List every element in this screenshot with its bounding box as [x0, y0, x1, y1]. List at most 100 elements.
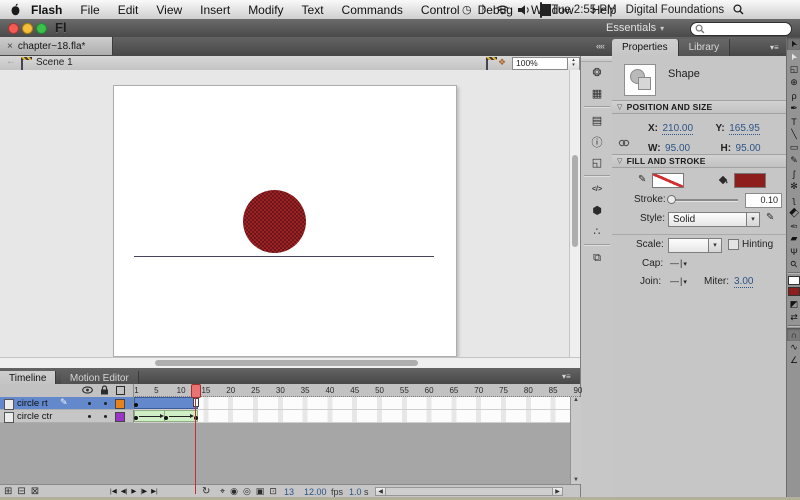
- smooth-button[interactable]: ∿: [787, 341, 800, 354]
- snap-to-objects-button[interactable]: ∩: [787, 328, 800, 341]
- default-colors-button[interactable]: ◩: [787, 298, 800, 311]
- menu-item-flash[interactable]: Flash: [31, 3, 62, 17]
- play-button[interactable]: ▶: [131, 487, 136, 495]
- timeline-empty-area[interactable]: [0, 423, 580, 485]
- stage-zoom-stepper[interactable]: ▴▾: [567, 57, 580, 71]
- menu-item-edit[interactable]: Edit: [118, 3, 139, 17]
- y-value[interactable]: 165.95: [729, 123, 760, 135]
- go-to-last-frame-button[interactable]: ▶|: [151, 487, 158, 495]
- menu-bar-clock[interactable]: Tue 2:55 PM: [551, 4, 616, 16]
- miter-value[interactable]: 3.00: [734, 276, 753, 288]
- edit-symbols-button[interactable]: ❖: [498, 57, 506, 68]
- lock-all-layers-icon[interactable]: [100, 385, 109, 395]
- pasteboard[interactable]: [0, 70, 580, 357]
- stroke-weight-slider[interactable]: [670, 199, 738, 202]
- stroke-scale-dropdown[interactable]: ▾: [668, 238, 722, 253]
- stroke-color-swatch[interactable]: [652, 173, 684, 188]
- window-minimize-button[interactable]: [22, 23, 33, 34]
- cap-style-button[interactable]: —|▾: [670, 258, 688, 268]
- fill-color-well[interactable]: [788, 287, 800, 296]
- center-frame-button[interactable]: ⌖: [220, 486, 225, 497]
- timeline-panel-menu-icon[interactable]: ▾≡: [562, 372, 571, 381]
- layer-frames-circle-ctr[interactable]: [133, 410, 580, 423]
- loop-button[interactable]: ↻: [202, 486, 210, 497]
- onion-skin-button[interactable]: ◉: [230, 486, 238, 497]
- stage-zoom-input[interactable]: 100%: [512, 57, 569, 70]
- pen-tool[interactable]: ✒: [787, 102, 800, 115]
- lasso-tool[interactable]: ρ: [787, 89, 800, 102]
- menu-item-control[interactable]: Control: [421, 3, 460, 17]
- show-hide-all-layers-icon[interactable]: [82, 386, 93, 394]
- paint-bucket-tool[interactable]: ◧: [787, 206, 800, 219]
- workspace-switcher-button[interactable]: Essentials ▾: [606, 21, 664, 35]
- scroll-right-arrow[interactable]: ▶: [552, 487, 563, 496]
- step-back-button[interactable]: ◀|: [121, 487, 128, 495]
- bluetooth-icon[interactable]: ᛒ: [481, 4, 488, 16]
- window-zoom-button[interactable]: [36, 23, 47, 34]
- pencil-tool[interactable]: ✎: [787, 154, 800, 167]
- playhead[interactable]: [191, 384, 201, 398]
- code-snippets-panel-icon[interactable]: </>: [581, 179, 613, 200]
- close-icon[interactable]: ×: [7, 41, 13, 52]
- menu-item-view[interactable]: View: [156, 3, 182, 17]
- menu-item-text[interactable]: Text: [302, 3, 324, 17]
- line-shape[interactable]: [134, 256, 434, 257]
- playhead-line[interactable]: [195, 384, 196, 494]
- brush-tool[interactable]: ʃ: [787, 167, 800, 180]
- menu-item-commands[interactable]: Commands: [342, 3, 403, 17]
- workspace-search-input[interactable]: [690, 22, 792, 36]
- new-layer-button[interactable]: ⊞: [4, 486, 12, 497]
- hinting-checkbox[interactable]: [728, 239, 739, 250]
- scrollbar-thumb[interactable]: [572, 155, 578, 247]
- scroll-left-arrow[interactable]: ◀: [375, 487, 386, 496]
- eraser-tool[interactable]: ▰: [787, 232, 800, 245]
- bone-tool[interactable]: ʅ: [787, 193, 800, 206]
- subselection-tool[interactable]: ➤: [787, 50, 800, 63]
- layer-row-circle-ctr[interactable]: circle ctr: [0, 410, 133, 423]
- modify-markers-button[interactable]: ⊡: [269, 486, 277, 497]
- deco-tool[interactable]: ✻: [787, 180, 800, 193]
- battery-icon[interactable]: [540, 3, 542, 17]
- components-panel-icon[interactable]: ⬢: [581, 200, 613, 221]
- transform-panel-icon[interactable]: ◱: [581, 152, 613, 173]
- hand-tool[interactable]: Ψ: [787, 245, 800, 258]
- apple-menu-icon[interactable]: [10, 3, 21, 16]
- eyedropper-tool[interactable]: ✑: [787, 219, 800, 232]
- x-value[interactable]: 210.00: [662, 123, 693, 135]
- 3d-rotation-tool[interactable]: ⊕: [787, 76, 800, 89]
- chevron-down-icon[interactable]: ▾: [708, 239, 721, 252]
- recent-items-clock-icon[interactable]: ◷: [462, 3, 472, 16]
- chevron-down-icon[interactable]: ▾: [746, 213, 759, 226]
- timeline-vertical-scrollbar[interactable]: ▲▼: [570, 397, 581, 484]
- zoom-tool[interactable]: ⚲: [787, 258, 800, 271]
- red-circle-shape[interactable]: [243, 190, 306, 253]
- step-forward-button[interactable]: |▶: [140, 487, 147, 495]
- frame-span[interactable]: [134, 397, 198, 409]
- slider-thumb[interactable]: [667, 195, 676, 204]
- line-tool[interactable]: ╲: [787, 128, 800, 141]
- delete-layer-button[interactable]: ⊠: [31, 486, 39, 497]
- text-tool[interactable]: T: [787, 115, 800, 128]
- swatches-panel-icon[interactable]: ▦: [581, 83, 613, 104]
- show-layers-as-outlines-icon[interactable]: [116, 386, 125, 395]
- rectangle-tool[interactable]: ▭: [787, 141, 800, 154]
- project-panel-icon[interactable]: ⧉: [581, 248, 613, 269]
- straighten-button[interactable]: ∠: [787, 354, 800, 367]
- menu-item-insert[interactable]: Insert: [200, 3, 230, 17]
- back-arrow-icon[interactable]: ←: [6, 56, 16, 67]
- free-transform-tool[interactable]: ◱: [787, 63, 800, 76]
- collapse-dock-icon[interactable]: ««: [596, 41, 604, 51]
- onion-skin-outlines-button[interactable]: ◎: [243, 486, 251, 497]
- menu-item-file[interactable]: File: [80, 3, 99, 17]
- motion-presets-panel-icon[interactable]: ∴: [581, 221, 613, 242]
- constrain-icon[interactable]: [618, 138, 630, 148]
- menu-bar-user[interactable]: Digital Foundations: [626, 4, 724, 16]
- edit-stroke-style-icon[interactable]: ✎: [766, 212, 774, 223]
- wifi-icon[interactable]: [496, 5, 509, 15]
- menu-item-modify[interactable]: Modify: [248, 3, 283, 17]
- layer-lock-dot[interactable]: [104, 415, 107, 418]
- layer-visibility-dot[interactable]: [88, 402, 91, 405]
- document-tab[interactable]: × chapter~18.fla*: [0, 37, 113, 55]
- layer-row-circle-rt[interactable]: circle rt✎: [0, 397, 133, 410]
- layer-outline-color[interactable]: [115, 399, 125, 409]
